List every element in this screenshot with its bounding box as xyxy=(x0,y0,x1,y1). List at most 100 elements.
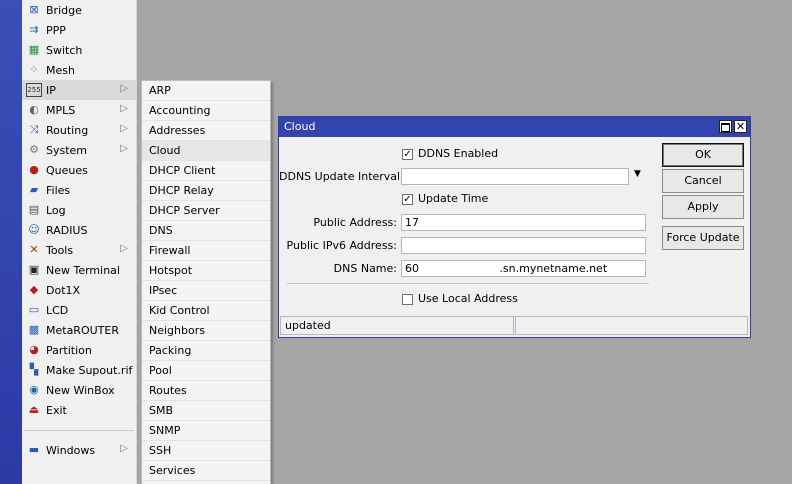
submenu-item-arp[interactable]: ARP xyxy=(142,81,270,101)
close-icon: ✕ xyxy=(735,120,746,133)
menu-item-dot1x[interactable]: ◆ Dot1X xyxy=(22,280,136,300)
submenu-arrow-icon: ▷ xyxy=(120,443,128,454)
system-icon: ⚙ xyxy=(29,143,39,156)
menu-item-label: Log xyxy=(46,203,66,217)
menu-item-partition[interactable]: ◕ Partition xyxy=(22,340,136,360)
menu-item-new-terminal[interactable]: ▣ New Terminal xyxy=(22,260,136,280)
menu-item-bridge[interactable]: ⊠ Bridge xyxy=(22,0,136,20)
partition-icon: ◕ xyxy=(29,343,39,356)
close-button[interactable]: ✕ xyxy=(734,120,747,133)
metarouter-icon: ▩ xyxy=(28,323,40,336)
menu-item-label: Queues xyxy=(46,163,88,177)
menu-item-label: New Terminal xyxy=(46,263,120,277)
check-icon: ✓ xyxy=(403,194,412,205)
menu-item-label: Mesh xyxy=(46,63,75,77)
submenu-item-dns[interactable]: DNS xyxy=(142,221,270,241)
menu-item-label: LCD xyxy=(46,303,69,317)
cloud-dialog: Cloud ✕ ✓ DDNS Enabled DDNS Update Inter… xyxy=(278,116,751,338)
menu-item-files[interactable]: ▰ Files xyxy=(22,180,136,200)
menu-item-label: IP xyxy=(46,83,56,97)
ppp-icon: ⇉ xyxy=(29,23,39,36)
menu-item-mpls[interactable]: ◐ MPLS ▷ xyxy=(22,100,136,120)
exit-icon: ⏏ xyxy=(28,403,40,416)
submenu-item-snmp[interactable]: SNMP xyxy=(142,421,270,441)
submenu-item-routes[interactable]: Routes xyxy=(142,381,270,401)
update-time-label: Update Time xyxy=(418,192,489,205)
force-update-button[interactable]: Force Update xyxy=(662,226,744,250)
menu-item-log[interactable]: ▤ Log xyxy=(22,200,136,220)
cancel-button[interactable]: Cancel xyxy=(662,169,744,193)
dns-name-field[interactable]: 60 .sn.mynetname.net xyxy=(401,260,646,277)
menu-item-make-supout-rif[interactable]: ▚ Make Supout.rif xyxy=(22,360,136,380)
ddns-interval-label: DDNS Update Interval: xyxy=(279,170,404,183)
ddns-interval-dropdown[interactable]: ▼ xyxy=(634,169,641,179)
menu-item-routing[interactable]: ⤨ Routing ▷ xyxy=(22,120,136,140)
menu-item-mesh[interactable]: ⁘ Mesh xyxy=(22,60,136,80)
submenu-item-smb[interactable]: SMB xyxy=(142,401,270,421)
submenu-arrow-icon: ▷ xyxy=(120,83,128,94)
menu-item-system[interactable]: ⚙ System ▷ xyxy=(22,140,136,160)
ddns-enabled-label: DDNS Enabled xyxy=(418,147,499,160)
apply-button[interactable]: Apply xyxy=(662,195,744,219)
menu-item-metarouter[interactable]: ▩ MetaROUTER xyxy=(22,320,136,340)
routing-icon: ⤨ xyxy=(29,123,39,136)
menu-item-label: PPP xyxy=(46,23,66,37)
submenu-item-cloud[interactable]: Cloud xyxy=(142,141,270,161)
submenu-item-dhcp-client[interactable]: DHCP Client xyxy=(142,161,270,181)
mesh-icon: ⁘ xyxy=(29,63,39,76)
menu-item-label: Bridge xyxy=(46,3,82,17)
menu-item-tools[interactable]: ✕ Tools ▷ xyxy=(22,240,136,260)
menu-item-label: MetaROUTER xyxy=(46,323,119,337)
menu-item-label: Files xyxy=(46,183,71,197)
menu-item-windows[interactable]: ▬ Windows ▷ xyxy=(22,440,136,460)
submenu-item-packing[interactable]: Packing xyxy=(142,341,270,361)
menu-item-new-winbox[interactable]: ◉ New WinBox xyxy=(22,380,136,400)
menu-item-ip[interactable]: 255 IP ▷ xyxy=(22,80,136,100)
submenu-item-ipsec[interactable]: IPsec xyxy=(142,281,270,301)
menu-item-queues[interactable]: ● Queues xyxy=(22,160,136,180)
public-address-field[interactable]: 17 xyxy=(401,214,646,231)
submenu-item-kid-control[interactable]: Kid Control xyxy=(142,301,270,321)
separator xyxy=(287,283,649,284)
menu-item-lcd[interactable]: ▭ LCD xyxy=(22,300,136,320)
ip-submenu: ARP Accounting Addresses Cloud DHCP Client DH… xyxy=(141,80,271,484)
public-ipv6-field[interactable] xyxy=(401,237,646,254)
main-menu: ⊠ Bridge ⇉ PPP ▦ Switch ⁘ Mesh 255 IP ▷ ◐ MPLS ▷ ⤨ Rout… xyxy=(22,0,137,484)
menu-item-switch[interactable]: ▦ Switch xyxy=(22,40,136,60)
menu-item-label: RADIUS xyxy=(46,223,88,237)
submenu-item-addresses[interactable]: Addresses xyxy=(142,121,270,141)
menu-item-exit[interactable]: ⏏ Exit xyxy=(22,400,136,420)
status-left: updated xyxy=(280,316,514,335)
dot1x-icon: ◆ xyxy=(29,283,39,296)
radius-icon: ☺ xyxy=(28,223,40,236)
update-time-checkbox[interactable]: ✓ xyxy=(402,194,413,205)
maximize-button[interactable] xyxy=(719,120,732,133)
submenu-item-pool[interactable]: Pool xyxy=(142,361,270,381)
submenu-item-services[interactable]: Services xyxy=(142,461,270,481)
menu-item-label: Windows xyxy=(46,443,96,457)
menu-item-ppp[interactable]: ⇉ PPP xyxy=(22,20,136,40)
ip-icon: 255 xyxy=(26,83,42,97)
menu-item-label: Dot1X xyxy=(46,283,81,297)
submenu-item-ssh[interactable]: SSH xyxy=(142,441,270,461)
menu-item-radius[interactable]: ☺ RADIUS xyxy=(22,220,136,240)
submenu-item-accounting[interactable]: Accounting xyxy=(142,101,270,121)
ddns-enabled-checkbox[interactable]: ✓ xyxy=(402,149,413,160)
submenu-item-neighbors[interactable]: Neighbors xyxy=(142,321,270,341)
status-right xyxy=(515,316,748,335)
ddns-interval-input[interactable] xyxy=(401,168,629,185)
ok-button[interactable]: OK xyxy=(662,143,744,167)
maximize-icon xyxy=(721,123,730,132)
submenu-item-firewall[interactable]: Firewall xyxy=(142,241,270,261)
submenu-item-dhcp-server[interactable]: DHCP Server xyxy=(142,201,270,221)
menu-item-label: Routing xyxy=(46,123,89,137)
use-local-address-checkbox[interactable] xyxy=(402,294,413,305)
submenu-item-hotspot[interactable]: Hotspot xyxy=(142,261,270,281)
submenu-arrow-icon: ▷ xyxy=(120,103,128,114)
cloud-dialog-titlebar[interactable]: Cloud ✕ xyxy=(279,117,750,137)
menu-item-label: System xyxy=(46,143,88,157)
submenu-arrow-icon: ▷ xyxy=(120,123,128,134)
submenu-item-dhcp-relay[interactable]: DHCP Relay xyxy=(142,181,270,201)
lcd-icon: ▭ xyxy=(28,303,40,316)
check-icon: ✓ xyxy=(403,149,412,160)
